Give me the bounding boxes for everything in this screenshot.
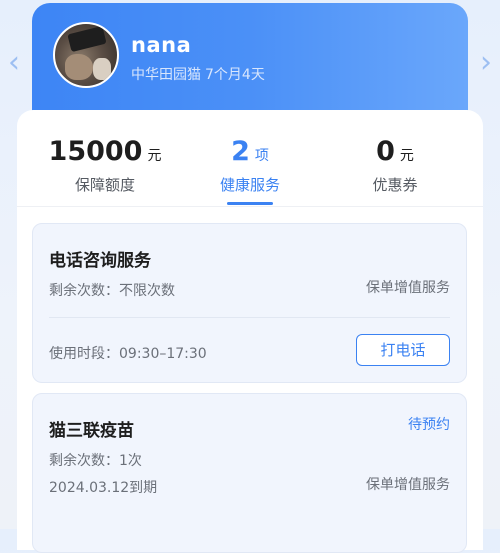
service-card-phone-consult[interactable]: 电话咨询服务 剩余次数：不限次数 保单增值服务 使用时段：09:30–17:30… <box>32 223 467 383</box>
service-tag: 保单增值服务 <box>366 477 450 493</box>
avatar-photo-detail <box>93 58 111 80</box>
stat-unit: 元 <box>399 148 414 164</box>
tab-coupons[interactable]: 0元 优惠券 <box>320 134 470 195</box>
active-tab-indicator <box>227 202 273 205</box>
stat-unit: 项 <box>254 148 269 164</box>
service-remaining: 剩余次数：1次 <box>49 453 142 469</box>
service-expiry: 2024.03.12到期 <box>49 480 158 496</box>
chevron-left-icon[interactable]: ‹ <box>5 46 23 80</box>
call-button[interactable]: 打电话 <box>356 334 450 366</box>
service-title: 电话咨询服务 <box>49 251 151 271</box>
service-card-vaccine[interactable]: 猫三联疫苗 待预约 剩余次数：1次 2024.03.12到期 保单增值服务 <box>32 393 467 553</box>
avatar[interactable] <box>53 22 119 88</box>
tab-coverage-amount[interactable]: 15000 元 保障额度 <box>30 134 180 195</box>
stat-label: 保障额度 <box>74 176 135 194</box>
avatar-photo-detail <box>65 54 93 80</box>
stat-value: 15000 <box>48 136 143 167</box>
status-badge: 待预约 <box>408 417 450 433</box>
divider <box>49 317 450 318</box>
avatar-photo-detail <box>67 25 107 53</box>
service-hours: 使用时段：09:30–17:30 <box>49 346 207 362</box>
service-remaining: 剩余次数：不限次数 <box>49 283 175 299</box>
benefits-panel: 15000 元 保障额度 2项 健康服务 0元 优惠券 电话咨询服务 剩余次数：不… <box>17 110 483 553</box>
chevron-right-icon[interactable]: › <box>477 46 495 80</box>
service-tag: 保单增值服务 <box>366 280 450 296</box>
stat-value: 0 <box>376 136 395 167</box>
stats-tabs: 15000 元 保障额度 2项 健康服务 0元 优惠券 <box>17 110 483 207</box>
pet-breed: 中华田园猫 <box>131 67 201 83</box>
pet-age: 7个月4天 <box>205 67 265 83</box>
stat-value: 2 <box>231 136 250 167</box>
pet-name: nana <box>131 33 192 57</box>
tab-health-services[interactable]: 2项 健康服务 <box>175 134 325 195</box>
stat-unit: 元 <box>147 148 162 164</box>
service-title: 猫三联疫苗 <box>49 421 134 441</box>
pet-info: 中华田园猫 7个月4天 <box>131 64 265 84</box>
stat-label: 健康服务 <box>219 176 280 194</box>
stat-label: 优惠券 <box>372 176 418 194</box>
